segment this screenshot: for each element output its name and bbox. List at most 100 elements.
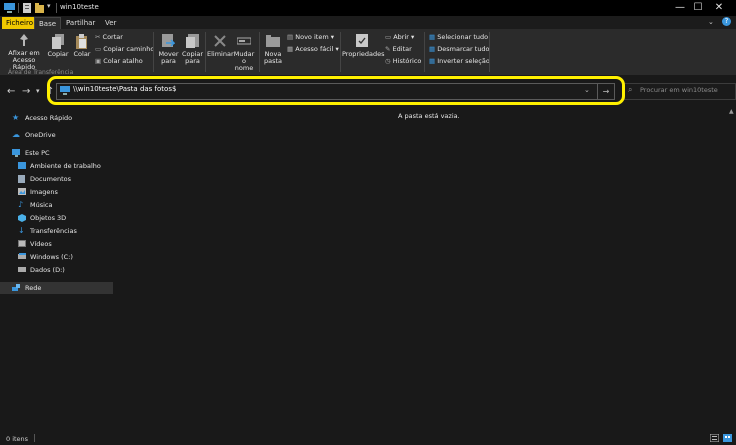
open-icon: ▭ <box>385 33 392 41</box>
paste-button[interactable]: Colar <box>71 34 93 58</box>
forward-arrow-icon[interactable]: → <box>22 86 30 97</box>
cut-label: Cortar <box>102 33 123 41</box>
nav-item-drive-d[interactable]: Dados (D:) <box>0 264 113 276</box>
rename-label: Mudar o nome <box>233 50 255 72</box>
nav-item-downloads[interactable]: ↓ Transferências <box>0 225 113 237</box>
paste-shortcut-button[interactable]: ▣ Colar atalho <box>95 57 143 65</box>
nav-item-pictures[interactable]: Imagens <box>0 186 113 198</box>
new-folder-label: Nova pasta <box>263 50 283 65</box>
nav-item-network[interactable]: Rede <box>0 282 113 294</box>
move-to-label: Mover para <box>158 50 179 65</box>
properties-button[interactable]: Propriedades <box>342 34 385 58</box>
cube-icon <box>18 214 26 222</box>
nav-item-videos[interactable]: Vídeos <box>0 238 113 250</box>
paste-label: Colar <box>73 50 91 58</box>
nav-item-music[interactable]: ♪ Música <box>0 199 113 211</box>
drive-icon <box>18 267 26 272</box>
pin-quick-access-button[interactable]: Afixar em Acesso Rápido <box>3 34 45 71</box>
select-none-icon: ▦ <box>429 45 436 53</box>
select-all-label: Selecionar tudo <box>437 33 489 41</box>
large-icons-view-icon[interactable] <box>723 434 732 442</box>
search-icon: ⌕ <box>628 85 633 94</box>
invert-selection-button[interactable]: ▦ Inverter seleção <box>429 57 490 65</box>
properties-check-icon <box>356 34 368 47</box>
nav-label: Este PC <box>25 149 50 157</box>
select-all-button[interactable]: ▦ Selecionar tudo <box>429 33 488 41</box>
nav-label: Ambiente de trabalho <box>30 162 101 170</box>
rename-button[interactable]: Mudar o nome <box>232 34 256 72</box>
search-placeholder[interactable]: Procurar em win10teste <box>640 86 718 94</box>
nav-label: Imagens <box>30 188 58 196</box>
nav-item-drive-c[interactable]: Windows (C:) <box>0 251 113 263</box>
properties-icon[interactable] <box>23 3 31 13</box>
edit-label: Editar <box>392 45 412 53</box>
new-folder-button[interactable]: Nova pasta <box>262 34 284 65</box>
chevron-down-icon: ▾ <box>330 33 334 41</box>
computer-icon <box>12 149 20 157</box>
nav-label: Documentos <box>30 175 72 183</box>
copy-to-icon <box>186 34 199 48</box>
tab-share[interactable]: Partilhar <box>62 17 99 29</box>
status-bar <box>0 432 736 445</box>
cut-button[interactable]: ✂ Cortar <box>95 33 123 41</box>
nav-item-this-pc[interactable]: Este PC <box>0 147 113 159</box>
nav-item-quick-access[interactable]: ★ Acesso Rápido <box>0 112 113 124</box>
delete-label: Eliminar <box>207 50 234 58</box>
copy-path-label: Copiar caminho <box>103 45 155 53</box>
history-button[interactable]: ◷ Histórico <box>385 57 421 65</box>
scroll-up-icon[interactable]: ▲ <box>729 108 734 115</box>
copy-to-button[interactable]: Copiar para <box>181 34 204 65</box>
new-item-icon: ▤ <box>287 33 294 41</box>
open-label: Abrir <box>393 33 409 41</box>
nav-item-onedrive[interactable]: ☁ OneDrive <box>0 129 113 141</box>
select-all-icon: ▦ <box>429 33 436 41</box>
navigation-pane: ★ Acesso Rápido ☁ OneDrive Este PC Ambie… <box>0 106 113 432</box>
new-item-button[interactable]: ▤ Novo item ▾ <box>287 33 334 41</box>
nav-label: Acesso Rápido <box>25 114 73 122</box>
details-view-icon[interactable] <box>710 434 719 442</box>
document-icon <box>18 175 25 183</box>
select-none-label: Desmarcar tudo <box>437 45 490 53</box>
image-icon <box>18 188 26 195</box>
item-count: 0 itens <box>6 435 29 443</box>
scissors-icon: ✂ <box>95 33 101 41</box>
back-arrow-icon[interactable]: ← <box>7 86 15 97</box>
tab-view[interactable]: Ver <box>101 17 120 29</box>
close-button[interactable]: ✕ <box>702 0 736 16</box>
invert-selection-label: Inverter seleção <box>437 57 490 65</box>
nav-label: Música <box>30 201 53 209</box>
folder-icon[interactable] <box>35 3 44 13</box>
easy-access-icon: ▦ <box>287 45 294 53</box>
history-label: Histórico <box>392 57 422 65</box>
file-list-area[interactable] <box>113 106 736 432</box>
nav-label: Objetos 3D <box>30 214 67 222</box>
nav-item-documents[interactable]: Documentos <box>0 173 113 185</box>
paste-icon <box>76 34 87 49</box>
ribbon-expand-icon[interactable]: ⌄ <box>708 18 714 26</box>
copy-path-button[interactable]: ▭ Copiar caminho <box>95 45 154 53</box>
help-icon[interactable]: ? <box>722 17 731 26</box>
copy-to-label: Copiar para <box>181 50 204 65</box>
easy-access-button[interactable]: ▦ Acesso fácil ▾ <box>287 45 339 53</box>
copy-button[interactable]: Copiar <box>47 34 69 58</box>
nav-label: OneDrive <box>25 131 56 139</box>
chevron-down-icon: ▾ <box>411 33 415 41</box>
new-folder-icon <box>266 35 280 47</box>
nav-item-desktop[interactable]: Ambiente de trabalho <box>0 160 113 172</box>
edit-button[interactable]: ✎ Editar <box>385 45 412 53</box>
open-button[interactable]: ▭ Abrir ▾ <box>385 33 414 41</box>
title-bar: ▾ win10teste — ☐ ✕ <box>0 0 736 16</box>
move-to-button[interactable]: Mover para <box>157 34 180 65</box>
cloud-icon: ☁ <box>12 130 20 139</box>
desktop-icon <box>18 162 26 169</box>
computer-icon <box>4 3 15 13</box>
select-none-button[interactable]: ▦ Desmarcar tudo <box>429 45 490 53</box>
quick-access-dropdown-icon[interactable]: ▾ <box>47 2 51 12</box>
nav-item-3d-objects[interactable]: Objetos 3D <box>0 212 113 224</box>
video-icon <box>18 240 26 247</box>
recent-locations-icon[interactable]: ▾ <box>36 87 40 95</box>
chevron-down-icon: ▾ <box>335 45 339 53</box>
tab-file[interactable]: Ficheiro <box>2 17 38 29</box>
delete-button[interactable]: Eliminar <box>207 34 234 58</box>
new-item-label: Novo item <box>295 33 329 41</box>
